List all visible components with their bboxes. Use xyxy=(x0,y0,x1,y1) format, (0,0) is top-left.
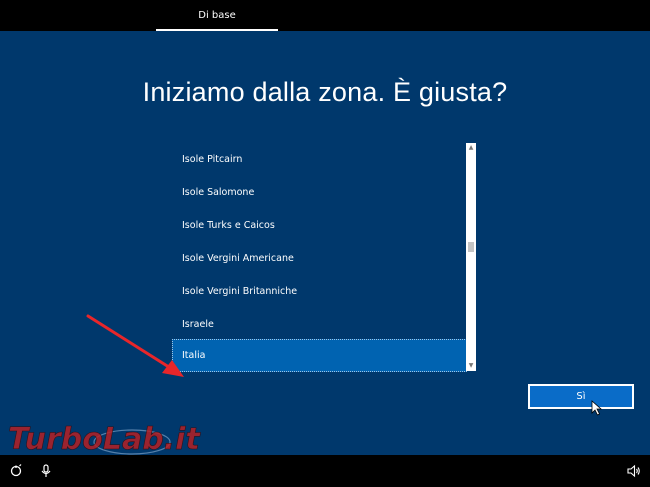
turbolab-logo: TurboLab.it xyxy=(8,422,202,458)
list-item-selected[interactable]: Italia xyxy=(172,339,467,372)
list-scrollbar[interactable]: ▲ ▼ xyxy=(466,143,476,371)
list-item[interactable]: Isole Turks e Caicos xyxy=(172,209,467,242)
list-item[interactable]: Israele xyxy=(172,308,467,341)
list-item[interactable]: Isole Vergini Britanniche xyxy=(172,275,467,308)
bottom-bar xyxy=(0,455,650,487)
scrollbar-thumb[interactable] xyxy=(468,242,474,252)
mouse-cursor-icon xyxy=(591,400,603,416)
page-title: Iniziamo dalla zona. È giusta? xyxy=(142,77,508,107)
scroll-up-arrow-icon[interactable]: ▲ xyxy=(466,143,476,153)
volume-icon[interactable] xyxy=(626,463,642,479)
watermark-text: TurboLab.it xyxy=(8,422,201,457)
annotation-arrow-icon xyxy=(86,314,184,377)
ease-of-access-icon[interactable] xyxy=(8,463,24,479)
list-item[interactable]: Isole Salomone xyxy=(172,176,467,209)
microphone-icon[interactable] xyxy=(38,463,54,479)
yes-button[interactable]: Sì xyxy=(528,384,634,409)
list-item[interactable]: Isole Vergini Americane xyxy=(172,242,467,275)
top-bar: Di base xyxy=(0,0,650,31)
scroll-down-arrow-icon[interactable]: ▼ xyxy=(466,361,476,371)
list-item[interactable]: Isole Pitcairn xyxy=(172,143,467,176)
tab-di-base[interactable]: Di base xyxy=(156,0,278,31)
region-list[interactable]: Isole Pitcairn Isole Salomone Isole Turk… xyxy=(172,143,477,372)
